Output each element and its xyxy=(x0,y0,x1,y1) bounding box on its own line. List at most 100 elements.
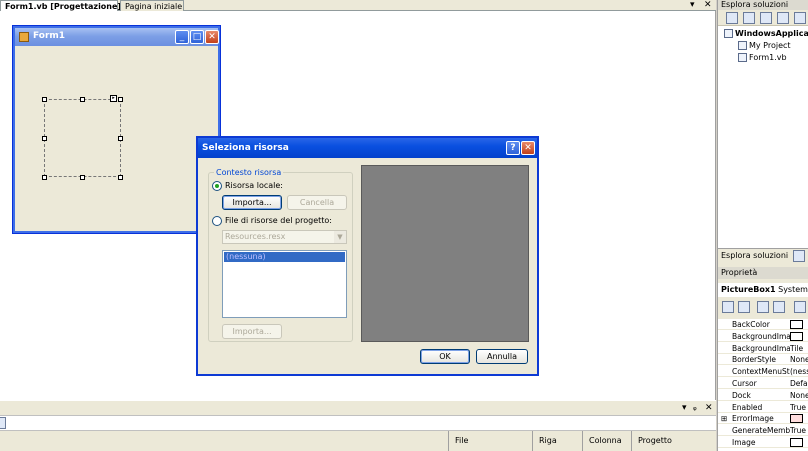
property-value[interactable]: (ness xyxy=(790,366,808,376)
property-value[interactable]: True xyxy=(790,402,808,412)
property-name: ContextMenuStr xyxy=(732,367,790,377)
resource-list[interactable]: (nessuna) xyxy=(222,250,347,318)
help-button[interactable]: ? xyxy=(506,141,520,155)
status-bar: File Riga Colonna Progetto xyxy=(0,431,716,451)
show-all-files-icon[interactable] xyxy=(743,12,755,24)
pin-icon[interactable]: ᵩ xyxy=(693,403,697,413)
solution-toolbar xyxy=(718,10,808,26)
property-name: BackgroundImag xyxy=(732,343,790,353)
properties-panel: Proprietà PictureBox1 System.W BackColor… xyxy=(717,263,808,451)
project-resource-label[interactable]: File di risorse del progetto: xyxy=(225,216,332,225)
property-name: Enabled xyxy=(732,402,763,412)
local-resource-label[interactable]: Risorsa locale: xyxy=(225,181,283,190)
resize-handle[interactable] xyxy=(118,175,123,180)
tab-start-page[interactable]: Pagina iniziale xyxy=(120,0,184,11)
status-column: Colonna xyxy=(582,431,630,451)
maximize-button[interactable]: □ xyxy=(190,30,204,44)
property-value[interactable]: None xyxy=(790,390,808,400)
class-view-icon[interactable] xyxy=(793,250,805,262)
properties-toolbar xyxy=(718,299,808,317)
close-icon[interactable]: ✕ xyxy=(704,0,712,10)
property-row[interactable]: BorderStyle None xyxy=(718,354,808,366)
property-row[interactable]: BackColor xyxy=(718,319,808,330)
clear-button[interactable]: Cancella xyxy=(287,195,347,210)
import-project-button[interactable]: Importa... xyxy=(222,324,282,339)
properties-icon[interactable] xyxy=(757,301,769,313)
chevron-down-icon[interactable]: ▾ xyxy=(682,403,687,413)
group-label: Contesto risorsa xyxy=(214,168,284,177)
events-icon[interactable] xyxy=(773,301,785,313)
solution-explorer-title: Esplora soluzioni xyxy=(718,0,808,10)
output-toolbar xyxy=(0,415,716,431)
resize-handle[interactable] xyxy=(118,97,123,102)
view-code-icon[interactable] xyxy=(777,12,789,24)
tree-item-form1[interactable]: Form1.vb xyxy=(738,52,787,63)
property-row[interactable]: ContextMenuStr(ness xyxy=(718,366,808,378)
tree-item-my-project[interactable]: My Project xyxy=(738,40,791,51)
form1-titlebar[interactable]: Form1 _ □ ✕ xyxy=(15,28,219,46)
tab-form1-design[interactable]: Form1.vb [Progettazione]* xyxy=(0,0,125,11)
property-row[interactable]: Dock None xyxy=(718,390,808,401)
minimize-button[interactable]: _ xyxy=(175,30,189,44)
project-resource-radio[interactable] xyxy=(212,216,222,226)
tab-solution-explorer[interactable]: Esplora soluzioni xyxy=(721,251,788,260)
property-row[interactable]: Cursor Defau xyxy=(718,378,808,389)
ok-button[interactable]: OK xyxy=(420,349,470,364)
resource-file-select[interactable]: Resources.resx ▼ xyxy=(222,230,347,244)
property-swatch xyxy=(790,320,803,329)
dialog-close-button[interactable]: ✕ xyxy=(521,141,535,155)
solution-explorer-panel: Esplora soluzioni WindowsApplicat My Pro… xyxy=(717,0,808,263)
object-type: System.W xyxy=(778,285,808,294)
solution-tabs: Esplora soluzioni xyxy=(718,248,808,263)
smart-tag-icon[interactable]: ▸ xyxy=(110,95,117,102)
toolbar-icon[interactable] xyxy=(0,417,6,429)
property-name: GenerateMembe xyxy=(732,426,790,436)
alphabetical-icon[interactable] xyxy=(738,301,750,313)
chevron-down-icon[interactable]: ▾ xyxy=(690,0,695,10)
project-icon xyxy=(724,29,733,38)
categorized-icon[interactable] xyxy=(722,301,734,313)
form1-close-button[interactable]: ✕ xyxy=(205,30,219,44)
dialog-titlebar[interactable]: Seleziona risorsa ? ✕ xyxy=(198,138,537,158)
property-row[interactable]: Enabled True xyxy=(718,402,808,413)
status-row: Riga xyxy=(532,431,580,451)
status-file: File xyxy=(448,431,528,451)
chevron-down-icon[interactable]: ▼ xyxy=(334,231,346,243)
resize-handle[interactable] xyxy=(118,136,123,141)
select-resource-dialog: Seleziona risorsa ? ✕ Contesto risorsa R… xyxy=(196,136,539,376)
resize-handle[interactable] xyxy=(80,175,85,180)
dialog-title: Seleziona risorsa xyxy=(202,143,289,153)
property-value[interactable]: Tile xyxy=(790,343,808,353)
property-row[interactable]: BackgroundImag Tile xyxy=(718,343,808,354)
cancel-button[interactable]: Annulla xyxy=(476,349,528,364)
property-row[interactable]: Image xyxy=(718,437,808,448)
property-name: Dock xyxy=(732,390,751,400)
resize-handle[interactable] xyxy=(80,97,85,102)
properties-icon[interactable] xyxy=(726,12,738,24)
property-row[interactable]: BackgroundImag xyxy=(718,331,808,342)
list-item[interactable]: (nessuna) xyxy=(224,252,345,262)
property-row[interactable]: GenerateMembe True xyxy=(718,425,808,437)
object-name: PictureBox1 xyxy=(721,285,776,294)
object-selector[interactable]: PictureBox1 System.W xyxy=(718,283,808,297)
tree-item-project[interactable]: WindowsApplicat xyxy=(724,28,808,39)
close-icon[interactable]: ✕ xyxy=(705,403,713,413)
resize-handle[interactable] xyxy=(42,136,47,141)
property-value[interactable]: Defau xyxy=(790,378,808,388)
picturebox-control[interactable] xyxy=(44,99,121,177)
view-designer-icon[interactable] xyxy=(794,12,806,24)
expand-icon[interactable]: ⊞ xyxy=(721,413,727,423)
property-row[interactable]: ⊞ ErrorImage xyxy=(718,413,808,425)
refresh-icon[interactable] xyxy=(760,12,772,24)
local-resource-radio[interactable] xyxy=(212,181,222,191)
resize-handle[interactable] xyxy=(42,175,47,180)
resize-handle[interactable] xyxy=(42,97,47,102)
output-panel-header: ▾ ᵩ ✕ xyxy=(0,400,716,415)
property-name: Cursor xyxy=(732,379,757,388)
property-pages-icon[interactable] xyxy=(794,301,806,313)
folder-icon xyxy=(738,41,747,50)
property-value[interactable]: True xyxy=(790,425,808,435)
property-grid[interactable]: BackColor BackgroundImag BackgroundImag Til… xyxy=(718,319,808,451)
property-value[interactable]: None xyxy=(790,354,808,364)
import-button[interactable]: Importa... xyxy=(222,195,282,210)
